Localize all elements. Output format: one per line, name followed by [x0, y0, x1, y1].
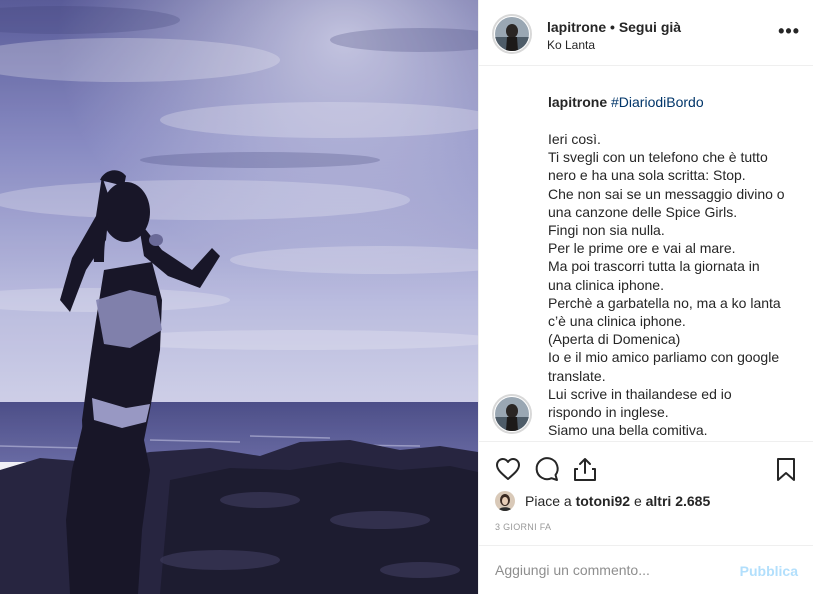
caption-text: Ieri così. Ti svegli con un telefono che … — [548, 130, 803, 439]
caption-line: (Aperta di Domenica) — [548, 331, 681, 348]
caption-line: Fingi non sia nulla. — [548, 222, 665, 239]
post-header: lapitrone • Segui già Ko Lanta ••• — [479, 0, 813, 66]
likes-count-link[interactable]: altri 2.685 — [646, 493, 711, 509]
caption-header: lapitrone #DiariodiBordo — [548, 94, 704, 110]
caption-line: nero e ha una sola scritta: Stop. — [548, 167, 746, 184]
comment-icon[interactable] — [532, 455, 560, 483]
post-photo[interactable] — [0, 0, 478, 594]
likes-row: Piace a totoni92 e altri 2.685 — [495, 490, 710, 512]
hashtag-link[interactable]: #DiariodiBordo — [611, 94, 704, 110]
publish-button[interactable]: Pubblica — [740, 563, 798, 579]
bookmark-icon[interactable] — [772, 455, 800, 483]
caption-line: Per le prime ore e vai al mare. — [548, 240, 736, 257]
caption-username[interactable]: lapitrone — [548, 94, 607, 110]
location-link[interactable]: Ko Lanta — [547, 38, 595, 52]
caption-line: Ti svegli con un telefono che è tutto — [548, 149, 768, 166]
liker-avatar[interactable] — [495, 491, 515, 511]
likes-prefix: Piace a — [525, 493, 572, 509]
caption-line: Ma poi trascorri tutta la giornata in — [548, 258, 760, 275]
likes-middle: e — [633, 493, 642, 509]
post-timestamp[interactable]: 3 GIORNI FA — [495, 522, 551, 532]
avatar[interactable] — [495, 17, 529, 51]
share-icon[interactable] — [571, 455, 599, 483]
avatar-image — [495, 397, 529, 431]
caption-line: Siamo una bella comitiva. — [548, 422, 708, 439]
liker-username[interactable]: totoni92 — [576, 493, 630, 509]
caption-line: una canzone delle Spice Girls. — [548, 203, 738, 220]
caption-line: Ieri così. — [548, 131, 601, 147]
post-side-panel: lapitrone • Segui già Ko Lanta ••• lapit… — [478, 0, 813, 594]
beach-photo-image — [0, 0, 478, 594]
comment-box: Pubblica — [479, 545, 813, 594]
likes-text: Piace a totoni92 e altri 2.685 — [525, 493, 710, 509]
caption-line: c’è una clinica iphone. — [548, 313, 686, 330]
avatar-image — [495, 17, 529, 51]
caption-line: Io e il mio amico parliamo con google — [548, 349, 780, 366]
caption-line: rispondo in inglese. — [548, 404, 669, 421]
follow-status-button[interactable]: Segui già — [619, 19, 681, 35]
caption-line: Lui scrive in thailandese ed io — [548, 385, 732, 402]
comment-input[interactable] — [495, 558, 735, 582]
caption-line: Che non sai se un messaggio divino o — [548, 185, 785, 202]
post-actions: Piace a totoni92 e altri 2.685 3 GIORNI … — [479, 441, 813, 545]
caption-area: lapitrone #DiariodiBordo Ieri così. Ti sv… — [479, 66, 813, 441]
more-options-icon[interactable]: ••• — [778, 21, 800, 42]
heart-icon[interactable] — [494, 455, 522, 483]
instagram-post: lapitrone • Segui già Ko Lanta ••• lapit… — [0, 0, 813, 594]
caption-line: una clinica iphone. — [548, 276, 664, 293]
author-username[interactable]: lapitrone — [547, 19, 606, 35]
post-author: lapitrone • Segui già — [547, 19, 681, 35]
caption-avatar[interactable] — [495, 397, 529, 431]
caption-line: translate. — [548, 367, 606, 384]
caption-line: Perchè a garbatella no, ma a ko lanta — [548, 294, 781, 311]
avatar-image — [495, 491, 515, 511]
separator-dot: • — [610, 19, 615, 35]
